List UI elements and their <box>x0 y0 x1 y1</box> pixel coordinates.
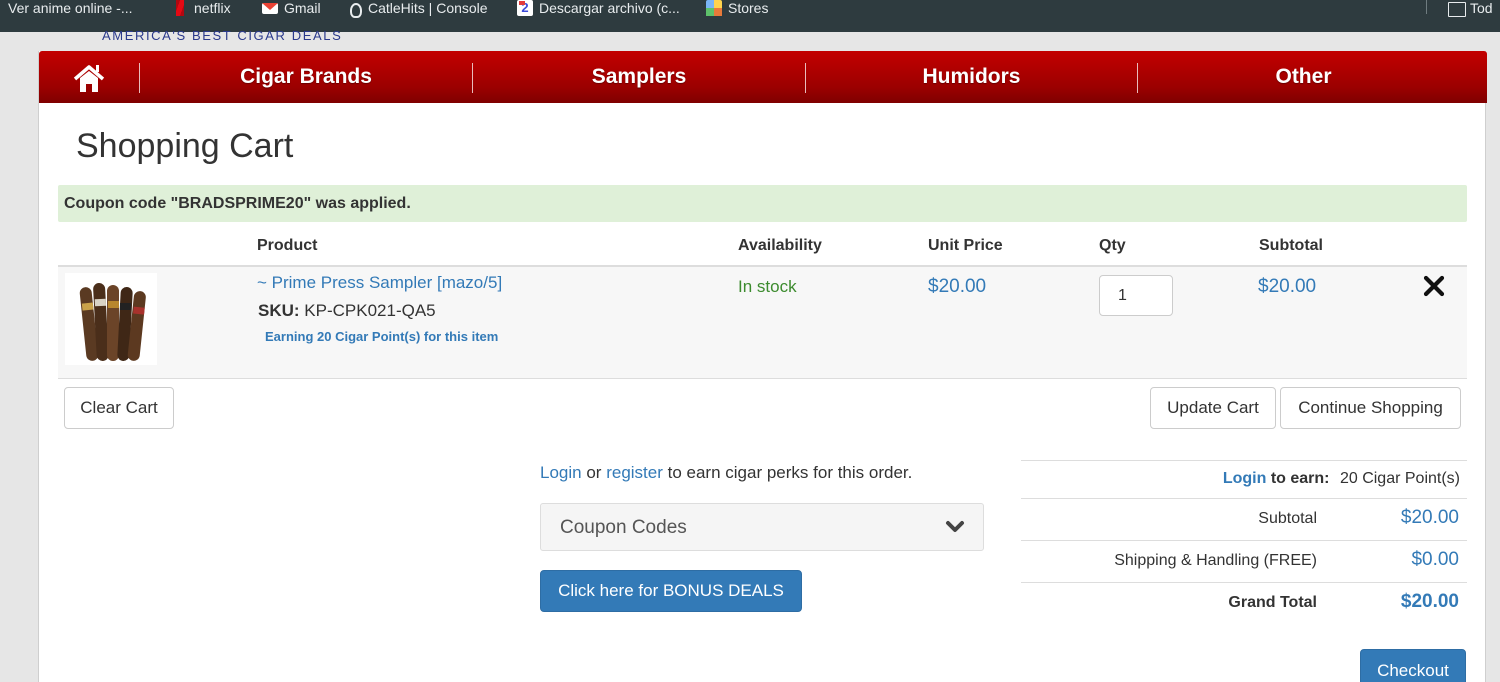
gmail-icon <box>262 0 278 16</box>
perks-or: or <box>586 463 602 482</box>
grand-total-row: Grand Total <box>1021 592 1317 616</box>
earn-points-row: Login to earn: 20 Cigar Point(s) <box>1021 470 1460 492</box>
main-nav: Cigar Brands Samplers Humidors Other <box>39 51 1487 103</box>
coupon-codes-toggle[interactable]: Coupon Codes <box>540 503 984 551</box>
earn-value: 20 Cigar Point(s) <box>1339 470 1460 487</box>
bookmark-descargar[interactable]: Descargar archivo (c... <box>517 0 680 16</box>
shipping-row: Shipping & Handling (FREE) <box>1021 550 1317 574</box>
column-header-product: Product <box>257 237 318 254</box>
coupon-codes-label: Coupon Codes <box>560 517 687 538</box>
sku-label: SKU: <box>258 301 300 320</box>
bookmark-label: CatleHits | Console <box>368 0 488 16</box>
update-cart-button[interactable]: Update Cart <box>1150 387 1276 429</box>
home-icon <box>73 65 105 92</box>
totals-divider <box>1021 582 1467 583</box>
item-subtotal: $20.00 <box>1258 276 1317 297</box>
remove-item-icon[interactable] <box>1422 274 1446 298</box>
bonus-deals-button[interactable]: Click here for BONUS DEALS <box>540 570 802 612</box>
quantity-input[interactable] <box>1099 275 1173 316</box>
unit-price: $20.00 <box>928 276 987 297</box>
subtotal-value: $20.00 <box>1400 507 1459 528</box>
bookmark-gmail[interactable]: Gmail <box>262 0 321 16</box>
login-link[interactable]: Login <box>540 463 582 482</box>
sku-value: KP-CPK021-QA5 <box>304 301 436 320</box>
perks-text: to earn cigar perks for this order. <box>667 463 913 482</box>
bookmark-label: Tod <box>1470 0 1493 16</box>
shipping-label: Shipping & Handling (FREE) <box>1114 552 1317 569</box>
grand-total-value: $20.00 <box>1400 591 1459 612</box>
column-header-subtotal: Subtotal <box>1259 237 1323 254</box>
perks-message: Login or register to earn cigar perks fo… <box>540 463 912 483</box>
bookmark-folder[interactable]: Tod <box>1448 0 1493 17</box>
nav-samplers[interactable]: Samplers <box>473 51 805 103</box>
bookmark-label: netflix <box>194 0 231 16</box>
bookmark-label: Descargar archivo (c... <box>539 0 680 16</box>
product-image[interactable] <box>65 273 157 365</box>
register-link[interactable]: register <box>606 463 663 482</box>
totals-login-link[interactable]: Login <box>1223 470 1267 487</box>
subtotal-label: Subtotal <box>1258 510 1317 527</box>
grand-total-label: Grand Total <box>1228 594 1317 611</box>
totals-divider <box>1021 498 1467 499</box>
nav-other[interactable]: Other <box>1138 51 1469 103</box>
download-site-icon <box>517 0 533 16</box>
nav-humidors[interactable]: Humidors <box>806 51 1137 103</box>
earn-points-line: Login to earn: 20 Cigar Point(s) <box>1223 470 1460 488</box>
bookmark-label: Gmail <box>284 0 321 16</box>
subtotal-row: Subtotal <box>1021 508 1317 532</box>
clear-cart-button[interactable]: Clear Cart <box>64 387 174 429</box>
earn-label: to earn: <box>1270 470 1330 487</box>
cart-page: Cigar Brands Samplers Humidors Other Sho… <box>38 51 1487 682</box>
checkout-button[interactable]: Checkout <box>1360 649 1466 682</box>
column-header-qty: Qty <box>1099 237 1126 254</box>
column-header-availability: Availability <box>738 237 822 254</box>
cigar-sampler-image <box>79 283 146 361</box>
points-note: Earning 20 Cigar Point(s) for this item <box>265 329 499 344</box>
column-header-unit-price: Unit Price <box>928 237 1003 254</box>
site-logo-tagline[interactable]: AMERICA'S BEST CIGAR DEALS <box>102 28 342 43</box>
bookmark-label: Stores <box>728 0 769 16</box>
totals-divider <box>1021 460 1467 461</box>
chevron-down-icon <box>946 521 964 532</box>
netflix-icon <box>172 0 188 16</box>
coupon-applied-alert: Coupon code "BRADSPRIME20" was applied. <box>58 185 1467 222</box>
page-title: Shopping Cart <box>76 127 294 165</box>
continue-shopping-button[interactable]: Continue Shopping <box>1280 387 1461 429</box>
bookmark-netflix[interactable]: netflix <box>172 0 231 16</box>
bookmark-catlehits[interactable]: CatleHits | Console <box>346 0 488 18</box>
availability-status: In stock <box>738 277 797 296</box>
product-sku: SKU: KP-CPK021-QA5 <box>258 301 436 321</box>
folder-icon <box>1448 0 1466 17</box>
product-name-link[interactable]: ~ Prime Press Sampler [mazo/5] <box>257 273 502 293</box>
bookmarks-divider <box>1426 0 1427 14</box>
stores-icon <box>706 0 722 16</box>
home-link[interactable] <box>39 51 139 103</box>
totals-divider <box>1021 540 1467 541</box>
bookmark-stores[interactable]: Stores <box>706 0 768 16</box>
catlehits-icon <box>346 0 362 18</box>
bookmark-label: Ver anime online -... <box>8 0 133 16</box>
nav-cigar-brands[interactable]: Cigar Brands <box>140 51 472 103</box>
bookmark-anime[interactable]: Ver anime online -... <box>8 0 133 16</box>
shipping-value: $0.00 <box>1411 549 1459 570</box>
